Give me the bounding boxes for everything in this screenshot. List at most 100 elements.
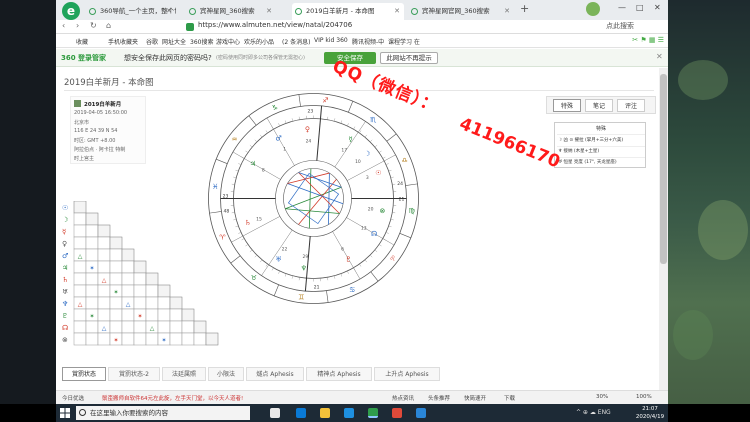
degree-tick <box>347 123 349 127</box>
bookmark-item[interactable]: 谷歌 <box>146 37 158 46</box>
bookmark-item[interactable]: 360搜索 <box>190 37 213 46</box>
maximize-button[interactable]: □ <box>636 3 644 12</box>
reload-button[interactable]: ↻ <box>90 21 97 30</box>
degree-tick <box>245 150 249 153</box>
status-item[interactable]: 30% <box>596 394 608 400</box>
browser-window: e 360导航_一个主页，整个世界✕ 宾神星网_360搜索✕ 2019白羊新月 … <box>56 0 668 404</box>
close-prompt-icon[interactable]: ✕ <box>656 52 663 61</box>
bookmark-item[interactable]: 欢乐的小品 <box>244 37 274 46</box>
aspect-symbol: △ <box>78 253 83 260</box>
never-prompt-button[interactable]: 此网站不再提示 <box>380 52 438 64</box>
house-cusp <box>334 121 366 168</box>
aspect-row-glyph: ☽ <box>62 216 68 224</box>
close-tab-icon[interactable]: ✕ <box>166 3 172 20</box>
tab-special[interactable]: 特殊 <box>553 99 581 112</box>
tab-firdaria[interactable]: 法廷属照 <box>162 367 206 381</box>
cusp-number: 21 <box>314 284 320 290</box>
secure-shield-icon <box>186 23 194 31</box>
bookmark-item[interactable]: 腾讯视频-中 <box>352 37 384 46</box>
tab-notes[interactable]: 笔记 <box>585 99 613 112</box>
tab-comments[interactable]: 评注 <box>617 99 645 112</box>
user-avatar[interactable] <box>586 2 600 16</box>
file-explorer-icon[interactable] <box>320 408 330 418</box>
tab-aphesis-asc[interactable]: 上升点 Aphesis <box>374 367 440 381</box>
search-field[interactable]: 点此搜索 <box>606 21 634 31</box>
tab-dignity-2[interactable]: 賞罰状态-2 <box>108 367 160 381</box>
degree-tick <box>359 130 362 134</box>
bookmark-item[interactable]: 课程学习 在 <box>388 37 420 46</box>
zoom-level[interactable]: 100% <box>636 394 652 400</box>
tab-search-2[interactable]: 宾神星网官网_360搜索 ✕ <box>408 3 514 20</box>
browser-360-icon[interactable] <box>368 408 378 418</box>
windows-start-icon[interactable] <box>60 408 70 418</box>
natal-chart-wheel[interactable]: ♈ ♉ ♊ ♋ ♌ ♍ ♎ ♏ ♐ ♑ ♒ ♓ ☉ 3 ☽10 ☿17 ♀ 24 ♂1 ♃ 8 ♄ 15 ♅22 ♆ 29 ♇6 ☊ 1… <box>206 91 421 306</box>
degree-tick <box>254 254 258 258</box>
degree-tick <box>385 232 389 234</box>
forward-button[interactable]: › <box>76 21 79 30</box>
aspect-cell <box>97 284 111 298</box>
close-tab-icon[interactable]: ✕ <box>394 3 400 20</box>
aspect-cell <box>109 248 123 262</box>
tab-dignity[interactable]: 賞罰状态 <box>62 367 106 381</box>
new-tab-button[interactable]: + <box>520 2 529 15</box>
aspect-cell <box>85 284 99 298</box>
browser-logo-icon[interactable]: e <box>62 2 80 20</box>
sign-divider <box>248 115 257 126</box>
store-icon[interactable] <box>344 408 354 418</box>
tab-natal-chart[interactable]: 2019白羊新月 - 本命图 ✕ <box>292 3 404 20</box>
house-cusp <box>316 105 323 161</box>
status-item[interactable]: 热点资讯 <box>392 394 414 402</box>
bookmark-item[interactable]: 网址大全 <box>162 37 186 46</box>
extensions-icon[interactable]: ✂ ⚑ ▦ ☰ <box>632 36 664 44</box>
aspect-symbol: △ <box>102 277 107 284</box>
aspect-cell <box>85 272 99 286</box>
taskbar-clock[interactable]: 21:07 2020/4/19 <box>634 405 666 421</box>
page-scrollbar[interactable] <box>659 68 668 390</box>
close-window-button[interactable]: ✕ <box>654 3 661 12</box>
panel-line: ☽ 凶 ⊙ 擢拉 (掌月+三分+六美) <box>558 138 624 143</box>
bookmark-item[interactable]: 手机收藏夹 <box>108 37 138 46</box>
aspect-cell <box>85 332 99 346</box>
aspect-grid: ☉ ☽ ☿ ♀ ♂ △ ♃ ✶ ♄ △ ♅ ✶ ♆ △ △ ♇ ✶ ✶ ☊ △ △ ⊗ ✶ ✶ <box>62 201 219 346</box>
desktop-background-left <box>0 0 56 404</box>
tab-profection[interactable]: 小限法 <box>208 367 244 381</box>
tab-aphesis-fortune[interactable]: 燧点 Aphesis <box>246 367 304 381</box>
bookmark-item[interactable]: 收藏 <box>76 37 88 46</box>
aspect-diagonal-cell <box>109 236 123 250</box>
prompt-subtext: (密码使用同时即多公司各保管无需担心) <box>216 55 305 61</box>
edge-icon[interactable] <box>296 408 306 418</box>
bookmark-item[interactable]: VIP kid 360 <box>314 37 348 44</box>
scroll-thumb[interactable] <box>660 74 667 264</box>
zodiac-sign-glyph: ♍ <box>409 207 416 215</box>
aspect-cell <box>145 308 159 322</box>
status-item[interactable]: 头条推荐 <box>428 394 450 402</box>
minimize-button[interactable]: — <box>618 3 626 12</box>
tab-search-1[interactable]: 宾神星网_360搜索 ✕ <box>186 3 276 20</box>
status-today-picks[interactable]: 今日优选 <box>62 394 84 402</box>
back-button[interactable]: ‹ <box>62 21 65 30</box>
bookmark-item[interactable]: 游戏中心 <box>216 37 240 46</box>
home-button[interactable]: ⌂ <box>106 21 111 30</box>
globe-icon <box>295 8 302 15</box>
status-item[interactable]: 下载 <box>504 394 515 402</box>
close-tab-icon[interactable]: ✕ <box>504 3 510 20</box>
status-news-ticker[interactable]: 鬃歪搬师自软件64元左此旋，左手天门堂，以今天人道者! <box>102 394 243 402</box>
close-tab-icon[interactable]: ✕ <box>266 3 272 20</box>
bookmark-item[interactable]: (2 条消息) <box>282 37 310 46</box>
status-item[interactable]: 快简速开 <box>464 394 486 402</box>
degree-tick <box>233 176 237 178</box>
task-view-icon[interactable] <box>270 408 280 418</box>
app-icon[interactable] <box>392 408 402 418</box>
zodiac-sign-glyph: ♋ <box>349 286 355 294</box>
url-field[interactable]: https://www.almuten.net/view/natal/20470… <box>198 21 352 29</box>
tab-360-home[interactable]: 360导航_一个主页，整个世界✕ <box>86 3 176 20</box>
taskbar: 在这里输入你要搜索的内容 ^ ⊕ ☁ ENG 21:07 2020/4/19 <box>56 404 668 422</box>
aspect-cell <box>97 260 111 274</box>
aspect-diagonal-cell <box>85 212 99 226</box>
taskbar-search-box[interactable]: 在这里输入你要搜索的内容 <box>76 406 250 420</box>
person-date: 2019-04-05 16:50:00 <box>74 110 128 116</box>
app-icon[interactable] <box>416 408 426 418</box>
tab-aphesis-spirit[interactable]: 精神点 Aphesis <box>306 367 372 381</box>
aspect-diagonal-cell <box>193 320 207 334</box>
system-tray[interactable]: ^ ⊕ ☁ ENG <box>576 409 611 416</box>
